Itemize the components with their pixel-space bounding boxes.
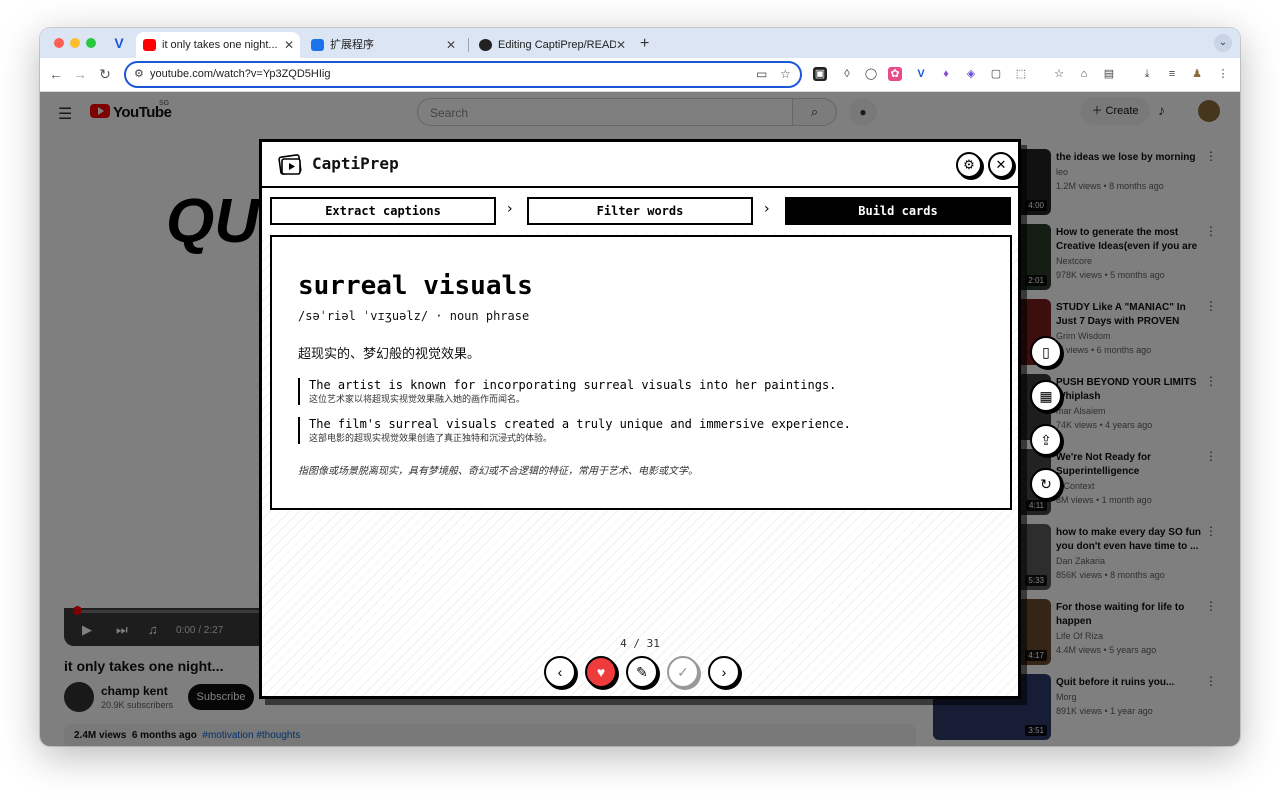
step-build-cards[interactable]: Build cards [785, 197, 1011, 225]
more-menu-icon[interactable]: ⋮ [1216, 67, 1230, 81]
cast-icon[interactable]: ▭ [756, 67, 767, 81]
chevron-right-icon: › [764, 201, 770, 217]
puzzle-icon [311, 39, 324, 51]
close-tab-icon[interactable]: ✕ [446, 32, 456, 58]
extension-icon[interactable]: ▣ [813, 67, 827, 81]
tab-title: Editing CaptiPrep/README.md [498, 39, 616, 51]
extension-icon[interactable]: ✿ [888, 67, 902, 81]
example-sentence: The film's surreal visuals created a tru… [298, 417, 988, 444]
puzzle-icon[interactable]: ⬚ [1014, 67, 1028, 81]
example-en: The film's surreal visuals created a tru… [309, 417, 851, 431]
download-icon[interactable]: ⤓ [1140, 67, 1154, 81]
tab-title: it only takes one night... - YouTube [162, 39, 280, 51]
settings-gear-icon[interactable]: ⚙ [956, 152, 982, 178]
tab-extensions[interactable]: 扩展程序 ✕ [304, 32, 462, 58]
favorite-heart-icon[interactable]: ♥ [585, 656, 617, 688]
example-zh: 这位艺术家以将超现实视觉效果融入她的画作而闻名。 [309, 394, 526, 404]
layers-icon[interactable]: ◈ [964, 67, 978, 81]
captiprep-logo-icon [278, 154, 302, 175]
reload-button[interactable]: ↻ [96, 66, 114, 83]
shield-icon[interactable]: ◊ [840, 67, 854, 81]
extension-icon[interactable]: ▢ [989, 67, 1003, 81]
vocab-card: surreal visuals /səˈriəl ˈvɪʒuəlz/ · nou… [270, 235, 1012, 510]
bookmarks-icon[interactable]: ☆ [1052, 67, 1066, 81]
github-favicon-icon [479, 39, 492, 51]
profile-icon[interactable]: ⌂ [1077, 67, 1091, 81]
example-zh: 这部电影的超现实视觉效果创造了真正独特和沉浸式的体验。 [309, 433, 553, 443]
vimium-icon[interactable]: V [914, 67, 928, 81]
refresh-icon[interactable]: ↻ [1030, 468, 1062, 500]
card-word: surreal visuals [298, 271, 533, 301]
bookmark-star-icon[interactable]: ☆ [780, 67, 791, 81]
forward-button[interactable]: → [71, 66, 89, 82]
next-card-button[interactable]: › [708, 656, 740, 688]
chevron-right-icon: › [507, 201, 513, 217]
card-phonetic: /səˈriəl ˈvɪʒuəlz/ · noun phrase [298, 309, 530, 323]
reading-list-icon[interactable]: ▤ [1102, 67, 1116, 81]
grid-icon[interactable]: ▦ [1030, 380, 1062, 412]
address-bar[interactable]: ⚙ youtube.com/watch?v=Yp3ZQD5HIig ▭ ☆ [124, 61, 802, 88]
tab-youtube[interactable]: it only takes one night... - YouTube ✕ [136, 32, 300, 58]
edit-pencil-icon[interactable]: ✎ [626, 656, 658, 688]
tab-title: 扩展程序 [330, 39, 374, 51]
browser-toolbar: ← → ↻ ⚙ youtube.com/watch?v=Yp3ZQD5HIig … [40, 58, 1240, 92]
media-icon[interactable]: ≡ [1165, 67, 1179, 81]
example-en: The artist is known for incorporating su… [309, 378, 837, 392]
example-sentence: The artist is known for incorporating su… [298, 378, 988, 405]
youtube-favicon-icon [143, 39, 156, 51]
card-counter: 4 / 31 [620, 637, 660, 650]
close-icon[interactable]: ✕ [988, 152, 1014, 178]
step-filter-words[interactable]: Filter words [527, 197, 753, 225]
new-tab-button[interactable]: + [640, 32, 649, 56]
tab-divider [468, 38, 469, 52]
back-button[interactable]: ← [47, 66, 65, 82]
tab-search-button[interactable]: ⌄ [1214, 34, 1232, 52]
site-settings-icon[interactable]: ⚙ [134, 67, 144, 80]
tab-github[interactable]: Editing CaptiPrep/README.md ✕ [472, 32, 632, 58]
tab-strip: V it only takes one night... - YouTube ✕… [40, 28, 1240, 58]
minimize-window-button[interactable] [70, 38, 80, 48]
step-extract-captions[interactable]: Extract captions [270, 197, 496, 225]
maximize-window-button[interactable] [86, 38, 96, 48]
url-text: youtube.com/watch?v=Yp3ZQD5HIig [150, 68, 331, 80]
close-tab-icon[interactable]: ✕ [616, 32, 626, 58]
close-tab-icon[interactable]: ✕ [284, 32, 294, 58]
avatar-icon[interactable]: ♟ [1190, 67, 1204, 81]
check-icon[interactable]: ✓ [667, 656, 699, 688]
export-icon[interactable]: ⇪ [1030, 424, 1062, 456]
close-window-button[interactable] [54, 38, 64, 48]
previous-card-button[interactable]: ‹ [544, 656, 576, 688]
mouse-icon[interactable]: ◯ [864, 67, 878, 81]
pinned-tab-icon[interactable]: V [110, 34, 128, 52]
modal-header: CaptiPrep ⚙ ✕ [262, 142, 1018, 188]
brand-title: CaptiPrep [312, 154, 399, 173]
browser-window: V it only takes one night... - YouTube ✕… [40, 28, 1240, 746]
book-icon[interactable]: ▯ [1030, 336, 1062, 368]
youtube-page: ☰ YouTube SG Search ⌕ ● ＋ Create ♪ QU ▶ … [40, 92, 1240, 746]
card-note: 指图像或场景脱离现实，具有梦境般、奇幻或不合逻辑的特征，常用于艺术、电影或文学。 [298, 466, 698, 477]
captiprep-modal: CaptiPrep ⚙ ✕ Extract captions › Filter … [259, 139, 1021, 699]
card-meaning: 超现实的、梦幻般的视觉效果。 [298, 346, 481, 361]
extension-icon[interactable]: ♦ [939, 67, 953, 81]
step-bar: Extract captions › Filter words › Build … [270, 197, 1012, 225]
